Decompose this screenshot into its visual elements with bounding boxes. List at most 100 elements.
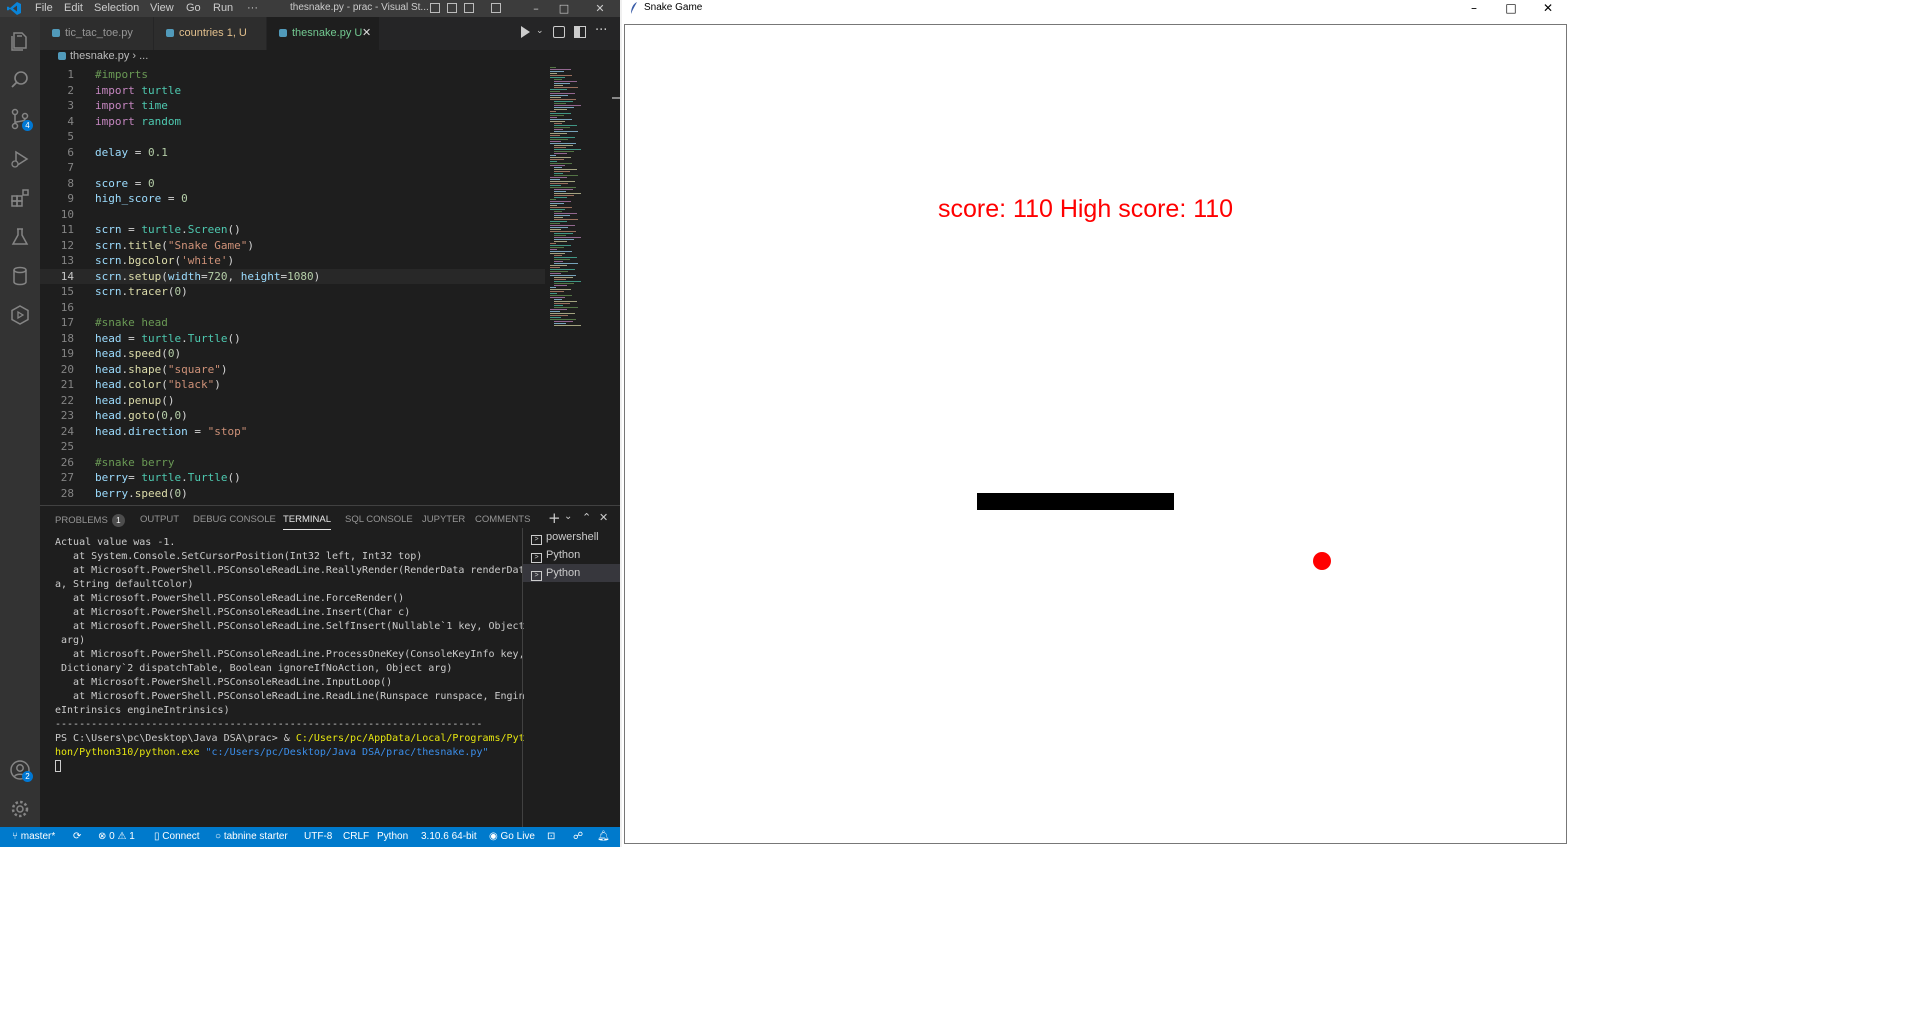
- database-icon[interactable]: [8, 264, 32, 288]
- terminal-item-python-1[interactable]: > Python: [523, 546, 620, 564]
- terminal-output[interactable]: Actual value was -1. at System.Console.S…: [55, 536, 525, 775]
- minimize-button[interactable]: –: [522, 0, 550, 17]
- code-line[interactable]: 16: [40, 300, 545, 316]
- code-line[interactable]: 9 high_score = 0: [40, 191, 545, 207]
- status-language[interactable]: Python: [377, 827, 408, 847]
- code-line[interactable]: 17 #snake head: [40, 315, 545, 331]
- tab-countries[interactable]: countries 1, U: [154, 17, 266, 50]
- code-line[interactable]: 4 import random: [40, 114, 545, 130]
- code-line[interactable]: 6 delay = 0.1: [40, 145, 545, 161]
- close-tab-icon[interactable]: ✕: [362, 17, 371, 50]
- terminal-dropdown-icon[interactable]: ⌄: [564, 511, 572, 522]
- panel-tab-jupyter[interactable]: JUPYTER: [422, 514, 465, 525]
- maximize-button[interactable]: □: [550, 0, 578, 17]
- close-button[interactable]: ✕: [586, 0, 614, 17]
- game-canvas[interactable]: score: 110 High score: 110: [624, 24, 1567, 844]
- menu-more[interactable]: ···: [247, 2, 258, 14]
- panel-tab-sql-console[interactable]: SQL CONSOLE: [345, 514, 413, 525]
- code-line[interactable]: 26 #snake berry: [40, 455, 545, 471]
- panel-tab-debug-console[interactable]: DEBUG CONSOLE: [193, 514, 276, 525]
- code-line[interactable]: 3 import time: [40, 98, 545, 114]
- code-line[interactable]: 1 #imports: [40, 67, 545, 83]
- code-line[interactable]: 13 scrn.bgcolor('white'): [40, 253, 545, 269]
- more-actions-icon[interactable]: ···: [595, 23, 607, 38]
- new-terminal-plus-icon[interactable]: +: [548, 509, 561, 527]
- game-maximize-button[interactable]: □: [1493, 0, 1529, 17]
- code-line[interactable]: 28 berry.speed(0): [40, 486, 545, 502]
- menu-file[interactable]: File: [35, 2, 53, 14]
- vscode-window-title: thesnake.py - prac - Visual St...: [290, 2, 429, 13]
- close-panel-icon[interactable]: ✕: [599, 511, 608, 524]
- code-editor[interactable]: 1 #imports 2 import turtle 3 import time 4 impo…: [40, 67, 545, 502]
- panel-tab-output[interactable]: OUTPUT: [140, 514, 179, 525]
- status-encoding[interactable]: UTF-8: [304, 827, 332, 847]
- code-line[interactable]: 2 import turtle: [40, 83, 545, 99]
- code-line[interactable]: 22 head.penup(): [40, 393, 545, 409]
- code-line[interactable]: 15 scrn.tracer(0): [40, 284, 545, 300]
- maximize-panel-icon[interactable]: ⌃: [582, 511, 591, 524]
- terminal-item-powershell[interactable]: > powershell: [523, 528, 620, 546]
- menu-selection[interactable]: Selection: [94, 2, 139, 14]
- menu-view[interactable]: View: [150, 2, 174, 14]
- code-line[interactable]: 8 score = 0: [40, 176, 545, 192]
- remote-explorer-icon[interactable]: [8, 303, 32, 327]
- status-interpreter[interactable]: 3.10.6 64-bit: [421, 827, 477, 847]
- code-line[interactable]: 24 head.direction = "stop": [40, 424, 545, 440]
- code-line[interactable]: 21 head.color("black"): [40, 377, 545, 393]
- code-line[interactable]: 20 head.shape("square"): [40, 362, 545, 378]
- toggle-secondary-sidebar-icon[interactable]: [464, 3, 474, 13]
- tab-thesnake[interactable]: thesnake.py U ✕: [267, 17, 379, 50]
- status-connect[interactable]: ▯ Connect: [154, 827, 200, 847]
- status-problems[interactable]: ⊗ 0 ⚠ 1: [98, 827, 135, 847]
- open-changes-icon[interactable]: [553, 26, 565, 38]
- code-line[interactable]: 18 head = turtle.Turtle(): [40, 331, 545, 347]
- game-close-button[interactable]: ✕: [1530, 0, 1566, 17]
- breadcrumb-file[interactable]: thesnake.py: [70, 50, 129, 62]
- testing-flask-icon[interactable]: [8, 225, 32, 249]
- code-line[interactable]: 11 scrn = turtle.Screen(): [40, 222, 545, 238]
- status-eol[interactable]: CRLF: [343, 827, 369, 847]
- menu-go[interactable]: Go: [186, 2, 201, 14]
- notifications-bell-icon[interactable]: 🔔︎: [597, 827, 610, 847]
- search-icon[interactable]: [8, 68, 32, 92]
- sync-icon[interactable]: ⟳: [73, 827, 81, 847]
- split-editor-icon[interactable]: [574, 26, 586, 38]
- settings-gear-icon[interactable]: [8, 797, 32, 821]
- tab-tic-tac-toe[interactable]: tic_tac_toe.py: [40, 17, 153, 50]
- explorer-icon[interactable]: [8, 29, 32, 53]
- code-line[interactable]: 14 scrn.setup(width=720, height=1080): [40, 268, 545, 284]
- editor-scrollbar[interactable]: [610, 67, 620, 502]
- status-golive[interactable]: ◉ Go Live: [489, 827, 535, 847]
- breadcrumb-symbol[interactable]: ...: [139, 50, 148, 62]
- code-text: head.shape("square"): [95, 362, 228, 376]
- run-debug-icon[interactable]: [8, 147, 32, 171]
- panel-tab-comments[interactable]: COMMENTS: [475, 514, 530, 525]
- code-line[interactable]: 23 head.goto(0,0): [40, 408, 545, 424]
- code-line[interactable]: 19 head.speed(0): [40, 346, 545, 362]
- extensions-icon[interactable]: [8, 186, 32, 210]
- panel-tab-terminal[interactable]: TERMINAL: [283, 514, 332, 530]
- panel-tab-problems[interactable]: PROBLEMS 1: [55, 514, 125, 527]
- customize-layout-icon[interactable]: [491, 3, 501, 13]
- code-line[interactable]: 27 berry= turtle.Turtle(): [40, 470, 545, 486]
- minimap[interactable]: [548, 67, 610, 337]
- code-line[interactable]: 25: [40, 439, 545, 455]
- feedback-icon[interactable]: ☍: [573, 827, 583, 847]
- terminal-item-python-2[interactable]: > Python: [523, 564, 620, 582]
- accounts-icon[interactable]: 2: [8, 758, 33, 782]
- code-line[interactable]: 10: [40, 207, 545, 223]
- copilot-icon[interactable]: ⊡: [547, 827, 555, 847]
- run-python-icon[interactable]: [521, 26, 530, 38]
- menu-run[interactable]: Run: [213, 2, 233, 14]
- code-line[interactable]: 12 scrn.title("Snake Game"): [40, 238, 545, 254]
- game-minimize-button[interactable]: –: [1456, 0, 1492, 17]
- status-tabnine[interactable]: ○ tabnine starter: [215, 827, 288, 847]
- menu-edit[interactable]: Edit: [64, 2, 83, 14]
- code-line[interactable]: 5: [40, 129, 545, 145]
- toggle-panel-icon[interactable]: [447, 3, 457, 13]
- run-dropdown-icon[interactable]: ⌄: [536, 26, 544, 36]
- source-control-icon[interactable]: 4: [8, 107, 33, 131]
- code-line[interactable]: 7: [40, 160, 545, 176]
- status-branch[interactable]: ⑂ master*: [12, 827, 55, 847]
- toggle-sidebar-icon[interactable]: [430, 3, 440, 13]
